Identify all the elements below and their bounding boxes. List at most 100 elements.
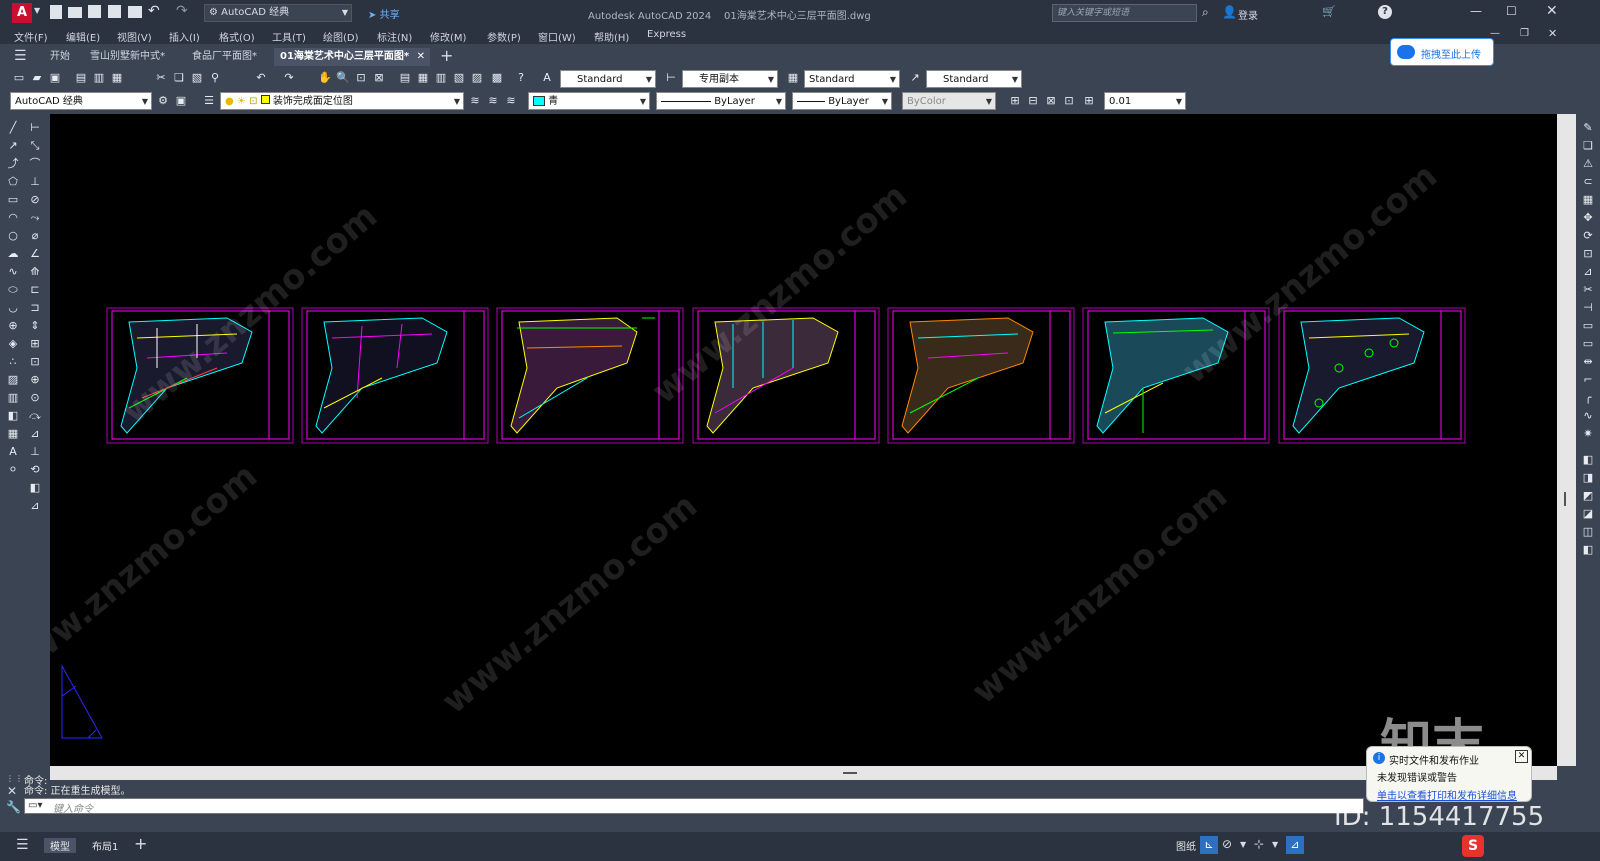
plot-preview-icon[interactable]: ▥ (92, 71, 106, 85)
calculator-icon[interactable]: ▩ (490, 71, 504, 85)
linetype-select[interactable]: ByLayer ▼ (656, 92, 786, 110)
layer-state-icon[interactable]: ≋ (504, 94, 518, 108)
hamburger-icon[interactable]: ☰ (14, 48, 27, 64)
tolerance-icon[interactable]: ⊡ (27, 354, 43, 370)
multileader-style-select[interactable]: Standard ▼ (926, 70, 1022, 88)
tab-model[interactable]: 模型 (44, 838, 76, 853)
paste-icon[interactable]: ▧ (190, 71, 204, 85)
menu-parametric[interactable]: 参数(P) (487, 29, 521, 44)
mirror-icon[interactable]: ⚠ (1580, 156, 1596, 172)
input-method-icon[interactable]: S (1462, 835, 1484, 857)
ordinate-dim-icon[interactable]: ⊥ (27, 174, 43, 190)
center-mark-icon[interactable]: ⊕ (27, 372, 43, 388)
make-block-icon[interactable]: ◈ (5, 336, 21, 352)
ellipse-icon[interactable]: ⬭ (5, 282, 21, 298)
dim-style-icon[interactable]: ⊢ (664, 71, 678, 85)
layer-properties-icon[interactable]: ☰ (202, 94, 216, 108)
minimize-button[interactable]: — (1470, 4, 1482, 18)
design-center-icon[interactable]: ▦ (416, 71, 430, 85)
stretch-icon[interactable]: ⊿ (1580, 264, 1596, 280)
annotation-sync-icon[interactable]: ⊡ (1062, 94, 1076, 108)
explode-icon[interactable]: ✷ (1580, 426, 1596, 442)
open-icon[interactable]: ▰ (30, 71, 44, 85)
fillet-icon[interactable]: ╭ (1580, 390, 1596, 406)
table-icon[interactable]: ▦ (5, 426, 21, 442)
chevron-down-icon[interactable]: ▼ (1240, 840, 1246, 849)
tool-palettes-icon[interactable]: ▥ (434, 71, 448, 85)
search-input[interactable]: 键入关键字或短语 (1052, 4, 1197, 22)
text-style-icon[interactable]: A (540, 71, 554, 85)
chevron-down-icon[interactable]: ▼ (34, 6, 40, 15)
multileader-style-icon[interactable]: ↗ (908, 71, 922, 85)
menu-insert[interactable]: 插入(I) (169, 29, 200, 44)
save-as-icon[interactable] (108, 5, 121, 18)
undo-icon[interactable]: ↶ (254, 71, 268, 85)
undo-icon[interactable]: ↶ (148, 3, 160, 19)
menu-edit[interactable]: 编辑(E) (66, 29, 100, 44)
blend-icon[interactable]: ∿ (1580, 408, 1596, 424)
circle-icon[interactable]: ○ (5, 228, 21, 244)
menu-file[interactable]: 文件(F) (14, 29, 48, 44)
inspection-icon[interactable]: ⊙ (27, 390, 43, 406)
sheet-7[interactable] (1278, 307, 1466, 444)
draworder-above-icon[interactable]: ◩ (1580, 488, 1596, 504)
revision-cloud-icon[interactable]: ☁ (5, 246, 21, 262)
doc-restore-button[interactable]: ❐ (1520, 28, 1529, 39)
horizontal-scrollbar[interactable] (50, 766, 1557, 780)
annotation-visibility-icon[interactable]: ⊞ (1082, 94, 1096, 108)
sheet-set-icon[interactable]: ▧ (452, 71, 466, 85)
login-link[interactable]: 登录 (1238, 7, 1258, 22)
text-front-icon[interactable]: ◫ (1580, 524, 1596, 540)
layer-previous-icon[interactable]: ≋ (486, 94, 500, 108)
cut-icon[interactable]: ✂ (154, 71, 168, 85)
new-file-icon[interactable] (50, 5, 62, 19)
polygon-icon[interactable]: ⬠ (5, 174, 21, 190)
scroll-thumb[interactable] (1564, 492, 1566, 506)
app-menu-button[interactable]: A (12, 3, 32, 23)
share-button[interactable]: ➤ 共享 (368, 6, 400, 21)
menu-tools[interactable]: 工具(T) (272, 29, 306, 44)
open-file-icon[interactable] (68, 7, 82, 18)
copy-icon[interactable]: ❏ (172, 71, 186, 85)
zoom-window-icon[interactable]: ⊡ (354, 71, 368, 85)
annotation-remove-icon[interactable]: ⊠ (1044, 94, 1058, 108)
table-style-select[interactable]: Standard ▼ (804, 70, 900, 88)
linear-dim-icon[interactable]: ⊢ (27, 120, 43, 136)
workspace-switcher[interactable]: ⚙ AutoCAD 经典 ▼ (204, 4, 352, 22)
menu-dimension[interactable]: 标注(N) (377, 29, 412, 44)
otrack-icon[interactable]: ⊿ (1286, 836, 1304, 854)
layer-select[interactable]: ● ☀ ⊡ 装饰完成面定位图 ▼ (220, 92, 464, 110)
draworder-front-icon[interactable]: ◧ (1580, 452, 1596, 468)
print-icon[interactable] (128, 6, 142, 18)
dim-break-icon[interactable]: ⊞ (27, 336, 43, 352)
new-icon[interactable]: ▭ (12, 71, 26, 85)
close-icon[interactable]: ✕ (1515, 750, 1528, 763)
scale-icon[interactable]: ⊡ (1580, 246, 1596, 262)
dim-edit-icon[interactable]: ⊿ (27, 426, 43, 442)
diameter-dim-icon[interactable]: ⌀ (27, 228, 43, 244)
menu-help[interactable]: 帮助(H) (594, 29, 629, 44)
break-icon[interactable]: ▭ (1580, 336, 1596, 352)
plotstyle-select[interactable]: ByColor ▼ (902, 92, 996, 110)
menu-draw[interactable]: 绘图(D) (323, 29, 359, 44)
add-layout-button[interactable]: + (134, 834, 147, 853)
paper-space-toggle[interactable]: 图纸 (1176, 838, 1196, 853)
lock-ui-icon[interactable]: ▣ (174, 94, 188, 108)
notification-balloon[interactable]: i 实时文件和发布作业 ✕ 未发现错误或警告 单击以查看打印和发布详细信息 (1366, 746, 1532, 802)
osnap-icon[interactable]: ⊹ (1254, 837, 1264, 851)
menu-modify[interactable]: 修改(M) (430, 29, 466, 44)
chevron-down-icon[interactable]: ▼ (1272, 840, 1278, 849)
construction-line-icon[interactable]: ↗ (5, 138, 21, 154)
polar-icon[interactable]: ⊘ (1222, 837, 1232, 851)
save-icon[interactable] (88, 5, 101, 18)
plot-icon[interactable]: ▤ (74, 71, 88, 85)
dim-update-icon[interactable]: ⟲ (27, 462, 43, 478)
jogged-dim-icon[interactable]: ⤳ (27, 210, 43, 226)
tab-food-factory[interactable]: 食品厂平面图* (186, 48, 263, 66)
region-icon[interactable]: ◧ (5, 408, 21, 424)
gear-icon[interactable]: ⚙ (156, 94, 170, 108)
erase-icon[interactable]: ✎ (1580, 120, 1596, 136)
angular-dim-icon[interactable]: ∠ (27, 246, 43, 262)
ellipse-arc-icon[interactable]: ◡ (5, 300, 21, 316)
close-icon[interactable]: ✕ (7, 784, 17, 798)
